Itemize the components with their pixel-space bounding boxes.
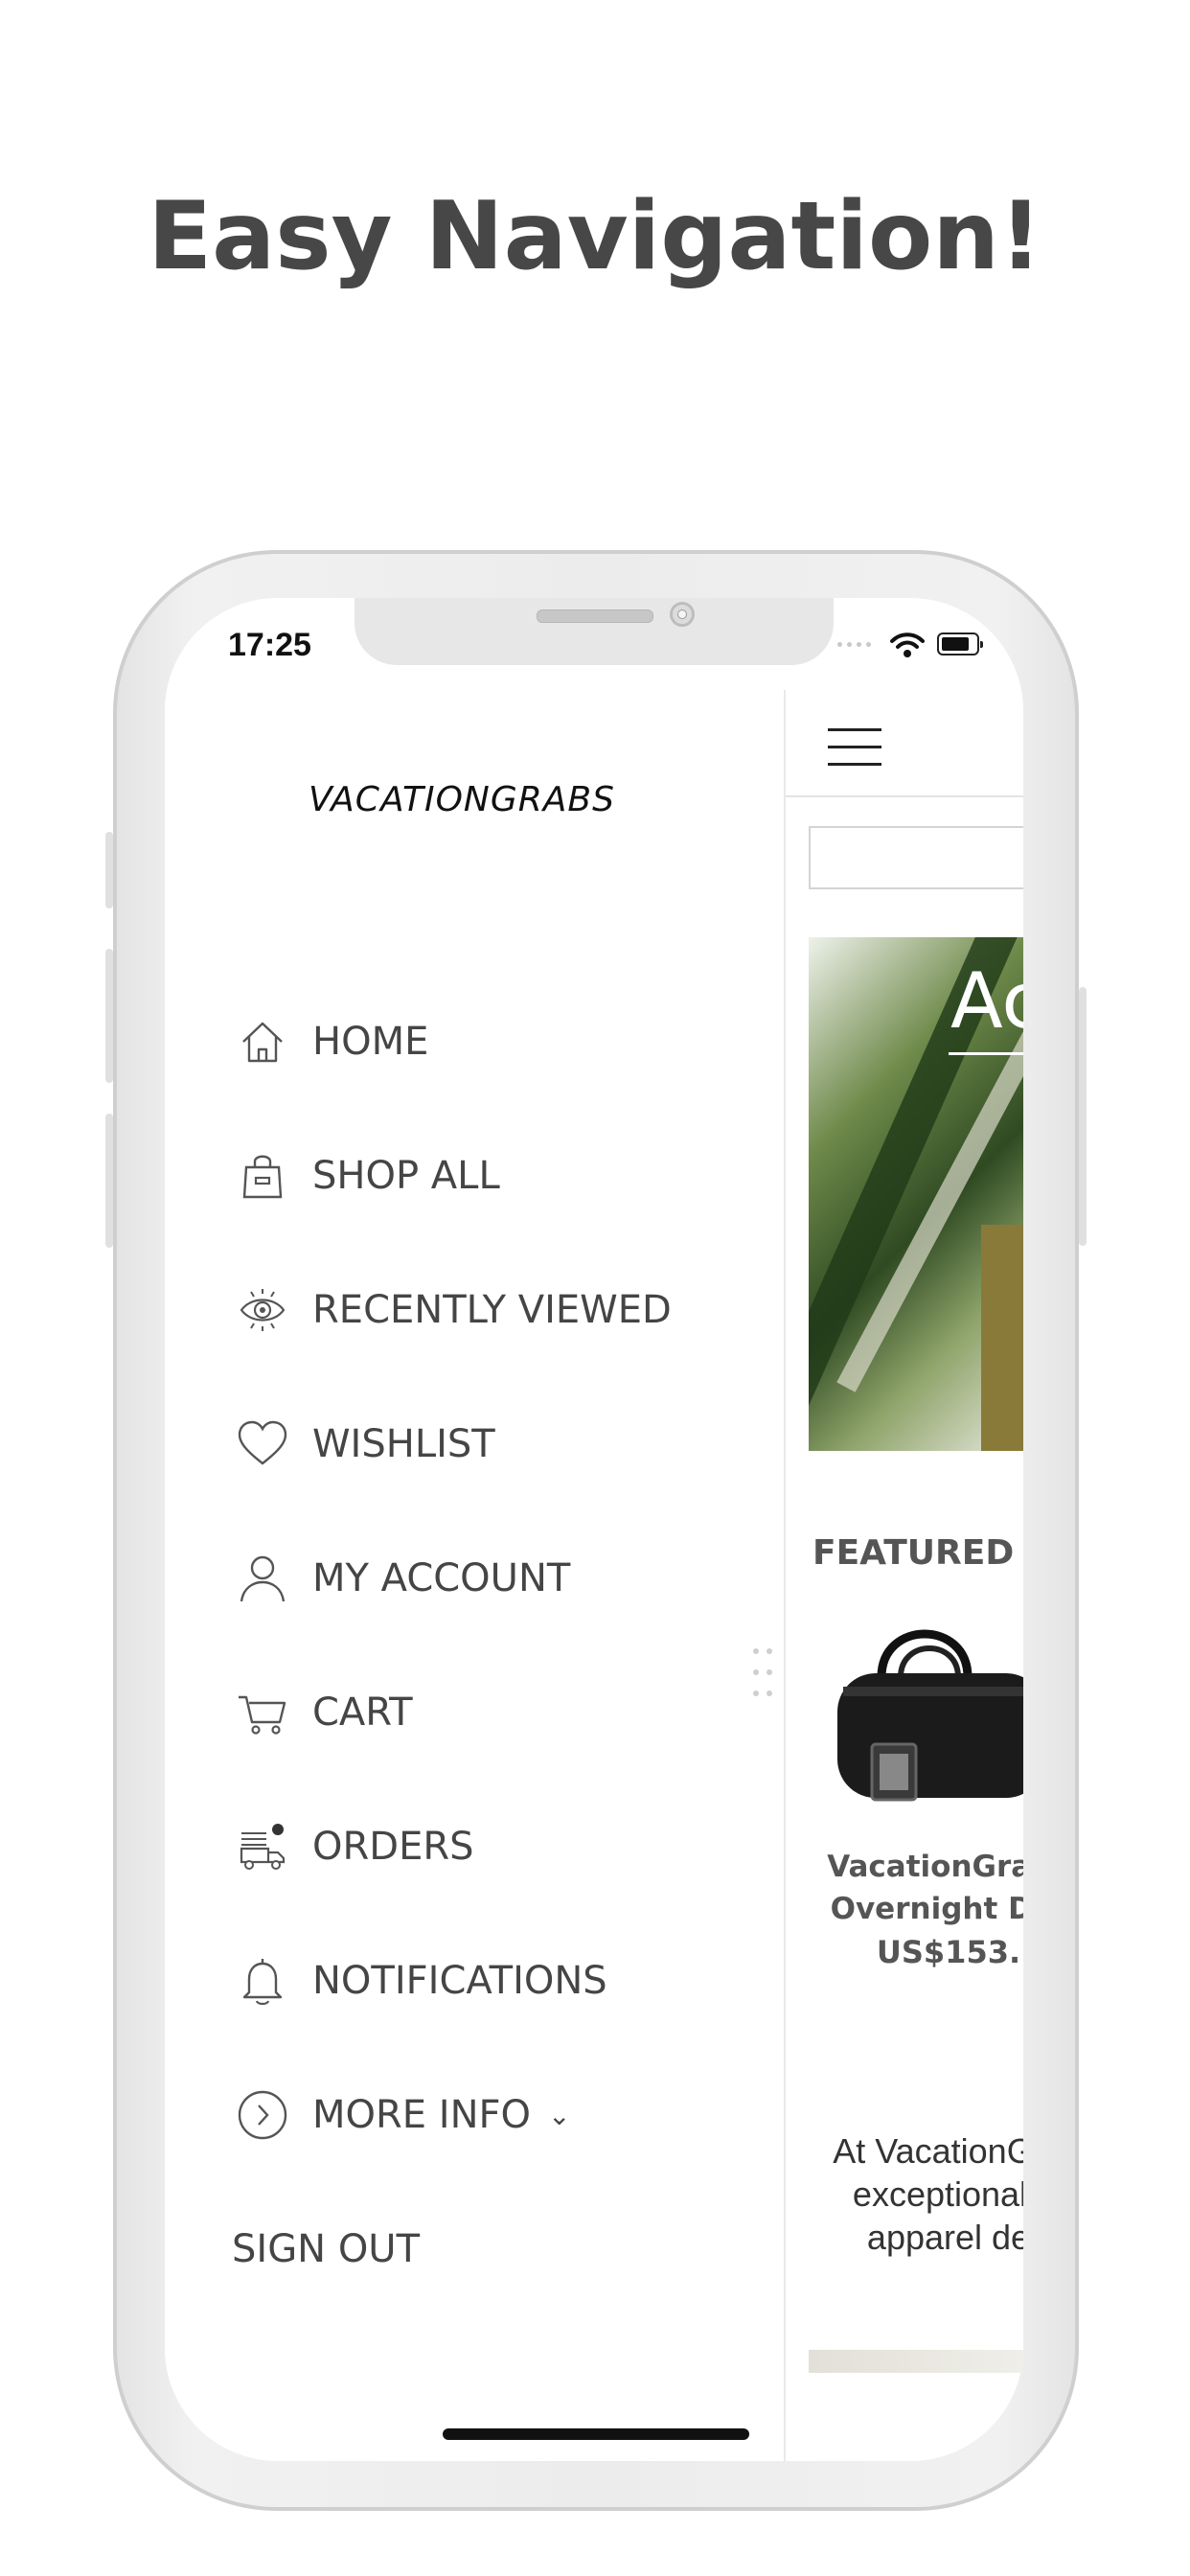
speaker-grille [537,610,653,623]
phone-screen: Ac FEATURED P VacationGrabs Overnight Du… [165,598,1023,2461]
menu-item-wishlist[interactable]: WISHLIST [236,1411,495,1478]
menu-item-label: MORE INFO [312,2093,531,2137]
chevron-right-circle-icon [236,2088,289,2142]
shopping-bag-icon [236,1149,289,1203]
menu-item-label: RECENTLY VIEWED [312,1288,672,1332]
battery-icon [937,632,983,656]
menu-item-my-account[interactable]: MY ACCOUNT [236,1545,570,1612]
home-icon [236,1015,289,1069]
about-line3: apparel de [866,2218,1023,2257]
hamburger-menu-icon[interactable] [828,728,881,767]
chevron-down-icon: ⌄ [548,2099,571,2131]
sign-out-button[interactable]: SIGN OUT [232,2216,420,2283]
featured-heading: FEATURED P [812,1533,1023,1573]
menu-item-label: ORDERS [312,1825,474,1869]
navigation-drawer: VACATIONGRABS HOME SHOP ALL RECENTLY VIE… [165,598,784,2461]
status-icons [835,631,998,659]
hero-text: Ac [950,956,1023,1046]
drawer-drag-handle[interactable] [751,1646,776,1704]
app-header [786,690,1023,797]
heart-icon [236,1417,289,1471]
menu-item-orders[interactable]: ORDERS [236,1813,474,1880]
menu-item-cart[interactable]: CART [236,1679,413,1746]
menu-item-label: NOTIFICATIONS [312,1959,607,2003]
user-icon [236,1552,289,1605]
power-button [1079,987,1087,1246]
product-name-line1: VacationGrabs [827,1850,1023,1884]
phone-notch [355,598,834,665]
menu-item-more-info[interactable]: MORE INFO ⌄ [236,2082,570,2149]
menu-item-label: MY ACCOUNT [312,1556,571,1600]
search-input[interactable] [809,826,1023,889]
home-indicator[interactable] [443,2428,749,2440]
eye-icon [236,1283,289,1337]
status-time: 17:25 [228,627,311,663]
menu-item-shop-all[interactable]: SHOP ALL [236,1142,500,1209]
menu-item-notifications[interactable]: NOTIFICATIONS [236,1947,607,2014]
volume-down-button [105,1114,113,1248]
product-price: US$153. [876,1934,1021,1970]
product-name-line2: Overnight Duf [830,1892,1023,1926]
delivery-truck-icon [236,1820,289,1874]
wifi-icon [890,632,925,657]
hero-underline [949,1052,1023,1055]
volume-up-button [105,949,113,1083]
duffel-bag-image[interactable] [824,1610,1023,1811]
front-camera [670,602,695,627]
brand-logo[interactable]: VACATIONGRABS [309,780,615,819]
menu-item-label: WISHLIST [312,1422,495,1466]
menu-item-recently-viewed[interactable]: RECENTLY VIEWED [236,1276,672,1344]
about-line1: At VacationGra [833,2131,1023,2171]
product-name[interactable]: VacationGrabs Overnight Duf [786,1846,1023,1930]
mute-switch [105,832,113,908]
section-banner [809,2350,1023,2373]
menu-item-label: HOME [312,1020,429,1064]
menu-item-label: SHOP ALL [312,1154,500,1198]
headline: Easy Navigation! [148,182,1042,291]
menu-item-label: CART [312,1690,413,1735]
menu-item-home[interactable]: HOME [236,1008,428,1075]
cart-icon [236,1686,289,1739]
bell-icon [236,1954,289,2008]
about-line2: exceptional l [852,2174,1023,2214]
about-text: At VacationGra exceptional l apparel de [786,2129,1023,2259]
app-page: Ac FEATURED P VacationGrabs Overnight Du… [784,690,1023,2461]
